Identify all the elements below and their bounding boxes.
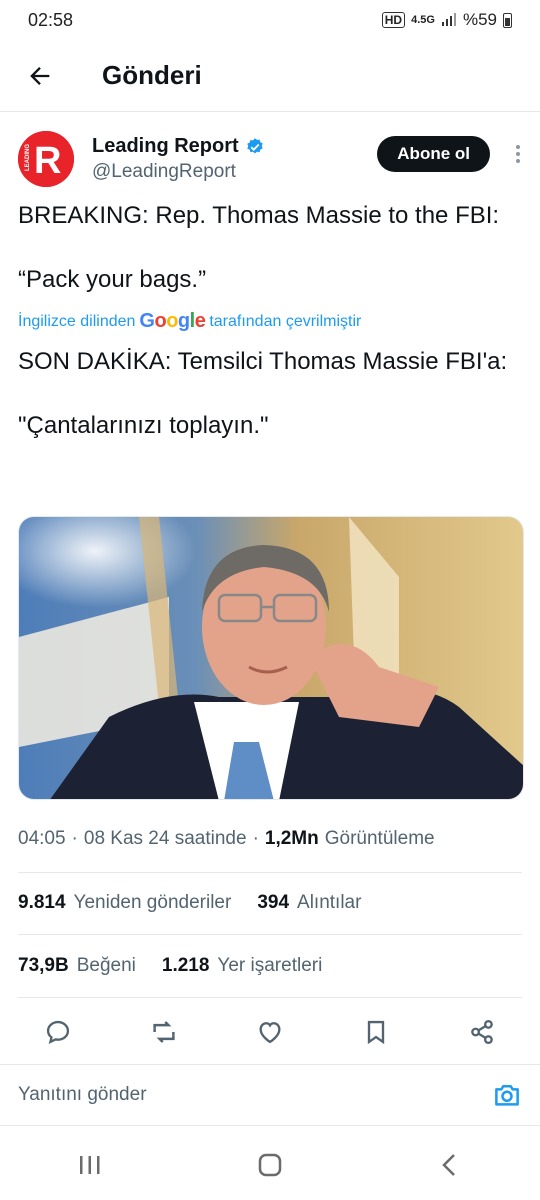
stats-row-reposts: 9.814 Yeniden gönderiler 394 Alıntılar (18, 892, 361, 914)
camera-icon[interactable] (492, 1080, 522, 1110)
repost-icon (153, 1021, 175, 1043)
back-button[interactable] (10, 46, 70, 106)
reply-input[interactable]: Yanıtını gönder (18, 1084, 147, 1106)
author-handle[interactable]: @LeadingReport (92, 161, 265, 183)
verified-badge-icon (247, 137, 263, 153)
system-nav-bar (0, 1130, 540, 1200)
hd-voice-icon: HD (381, 12, 406, 28)
home-button[interactable] (240, 1140, 300, 1190)
follow-button[interactable]: Abone ol (377, 136, 490, 172)
repost-button[interactable] (144, 1012, 184, 1052)
translation-suffix: tarafından çevrilmiştir (209, 312, 362, 330)
author-name-row[interactable]: Leading Report (92, 135, 265, 158)
views-count: 1,2Mn (264, 828, 319, 849)
avatar[interactable]: R LEADING (18, 131, 74, 187)
home-icon (258, 1153, 282, 1177)
translation-prefix: İngilizce dilinden (18, 312, 136, 330)
stats-row-likes: 73,9B Beğeni 1.218 Yer işaretleri (18, 955, 322, 977)
recent-apps-button[interactable] (60, 1140, 120, 1190)
top-bar: Gönderi (0, 40, 540, 112)
post-text-original: BREAKING: Rep. Thomas Massie to the FBI:… (18, 202, 500, 293)
reply-button[interactable] (38, 1012, 78, 1052)
reply-icon (46, 1020, 70, 1045)
leading-report-logo-icon: R LEADING (18, 131, 74, 187)
more-dot-icon (516, 152, 520, 156)
bookmarks-label[interactable]: Yer işaretleri (217, 955, 322, 977)
signal-icon (441, 13, 456, 26)
photo-portrait-image (19, 517, 523, 799)
bookmark-button[interactable] (356, 1012, 396, 1052)
status-indicators: HD 4.5G %59 (381, 10, 512, 30)
page-title: Gönderi (102, 60, 202, 90)
arrow-left-icon (30, 66, 50, 85)
like-button[interactable] (250, 1012, 290, 1052)
more-dot-icon (516, 145, 520, 149)
status-bar: 02:58 HD 4.5G %59 (0, 0, 540, 40)
quotes-label[interactable]: Alıntılar (297, 892, 361, 914)
likes-label[interactable]: Beğeni (77, 955, 136, 977)
network-type: 4.5G (411, 14, 435, 26)
divider (18, 872, 522, 873)
translation-attribution[interactable]: İngilizce dilinden Google tarafından çev… (18, 310, 361, 333)
more-dot-icon (516, 159, 520, 163)
battery-percent: %59 (462, 10, 497, 29)
bookmark-icon (367, 1020, 385, 1045)
post-author: R LEADING Leading Report @LeadingReport … (18, 128, 528, 190)
divider (18, 934, 522, 935)
likes-count[interactable]: 73,9B (18, 955, 69, 977)
post-text-translated: SON DAKİKA: Temsilci Thomas Massie FBI'a… (18, 348, 508, 439)
svg-text:LEADING: LEADING (25, 144, 31, 171)
chevron-left-icon (442, 1154, 455, 1176)
post-time: 04:05 (18, 828, 66, 849)
google-logo-icon: Google (139, 310, 206, 332)
share-button[interactable] (462, 1012, 502, 1052)
author-name[interactable]: Leading Report (92, 135, 239, 158)
quotes-count[interactable]: 394 (257, 892, 289, 914)
share-icon (471, 1019, 493, 1045)
post-date: 08 Kas 24 saatinde (83, 828, 247, 849)
post-photo[interactable] (18, 516, 524, 800)
bookmarks-count[interactable]: 1.218 (162, 955, 210, 977)
divider (18, 997, 522, 998)
post-meta: 04:05 · 08 Kas 24 saatinde · 1,2Mn Görün… (18, 828, 435, 849)
reply-composer[interactable]: Yanıtını gönder (0, 1064, 540, 1126)
status-time: 02:58 (28, 9, 74, 30)
author-names: Leading Report @LeadingReport (92, 135, 265, 183)
reposts-label[interactable]: Yeniden gönderiler (74, 892, 232, 914)
battery-icon (503, 12, 512, 28)
recent-apps-icon (80, 1156, 100, 1174)
back-nav-button[interactable] (420, 1140, 480, 1190)
views-label: Görüntüleme (324, 828, 435, 849)
action-bar (18, 1010, 522, 1054)
more-options-button[interactable] (508, 140, 528, 168)
heart-icon (259, 1022, 281, 1044)
svg-text:R: R (34, 140, 61, 182)
reposts-count[interactable]: 9.814 (18, 892, 66, 914)
